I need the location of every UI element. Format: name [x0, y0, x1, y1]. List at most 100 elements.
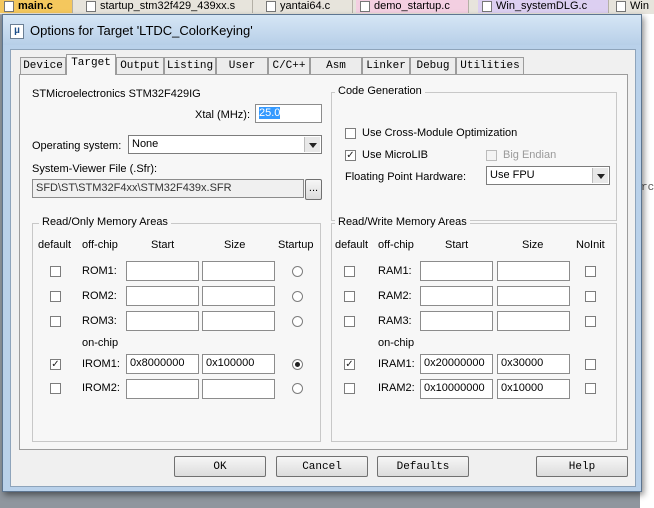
- dialog-title: Options for Target 'LTDC_ColorKeying': [30, 23, 253, 38]
- editor-background: [640, 14, 654, 508]
- ro-onchip-label: on-chip: [82, 337, 119, 349]
- ram1-noinit-checkbox[interactable]: [585, 266, 596, 277]
- ro-col-startup: Startup: [278, 239, 314, 251]
- ram3-noinit-checkbox[interactable]: [585, 316, 596, 327]
- microlib-label: Use MicroLIB: [362, 149, 429, 161]
- ro-col-size: Size: [224, 239, 246, 251]
- ram3-size-input[interactable]: [497, 311, 570, 331]
- cancel-button[interactable]: Cancel: [276, 456, 368, 477]
- tab-c-cpp[interactable]: C/C++: [268, 57, 310, 74]
- keil-app-icon: µ: [10, 24, 24, 39]
- tab-asm[interactable]: Asm: [310, 57, 362, 74]
- tab-linker[interactable]: Linker: [362, 57, 410, 74]
- big-endian-checkbox[interactable]: [486, 150, 497, 161]
- tab-device[interactable]: Device: [20, 57, 66, 74]
- tab-debug[interactable]: Debug: [410, 57, 456, 74]
- rom1-start-input[interactable]: [126, 261, 199, 281]
- editor-tab-win[interactable]: Win: [612, 0, 654, 13]
- irom2-startup-radio[interactable]: [292, 383, 303, 394]
- rom1-size-input[interactable]: [202, 261, 275, 281]
- sfr-path-field[interactable]: SFD\ST\STM32F4xx\STM32F439x.SFR: [32, 179, 304, 198]
- iram2-start-input[interactable]: 0x10000000: [420, 379, 493, 399]
- editor-tab-demo-startup[interactable]: demo_startup.c: [356, 0, 469, 13]
- file-icon: [360, 1, 370, 12]
- xtal-label: Xtal (MHz):: [195, 109, 250, 121]
- rom2-startup-radio[interactable]: [292, 291, 303, 302]
- tab-output[interactable]: Output: [116, 57, 164, 74]
- xtal-value: 25.0: [259, 107, 281, 119]
- rom2-label: ROM2:: [82, 290, 117, 302]
- defaults-button[interactable]: Defaults: [377, 456, 469, 477]
- rom1-default-checkbox[interactable]: [50, 266, 61, 277]
- sfr-browse-button[interactable]: ...: [305, 179, 322, 200]
- iram2-noinit-checkbox[interactable]: [585, 383, 596, 394]
- ok-button[interactable]: OK: [174, 456, 266, 477]
- cross-module-label: Use Cross-Module Optimization: [362, 127, 518, 139]
- rom3-default-checkbox[interactable]: [50, 316, 61, 327]
- code-generation-title: Code Generation: [335, 85, 425, 97]
- big-endian-label: Big Endian: [503, 149, 557, 161]
- irom2-start-input[interactable]: [126, 379, 199, 399]
- iram2-default-checkbox[interactable]: [344, 383, 355, 394]
- tab-target[interactable]: Target: [66, 54, 116, 75]
- file-icon: [86, 1, 96, 12]
- ram1-label: RAM1:: [378, 265, 412, 277]
- ram2-noinit-checkbox[interactable]: [585, 291, 596, 302]
- ram2-start-input[interactable]: [420, 286, 493, 306]
- microlib-checkbox[interactable]: ✓: [345, 150, 356, 161]
- sfr-label: System-Viewer File (.Sfr):: [32, 163, 158, 175]
- ro-col-offchip: off-chip: [82, 239, 118, 251]
- rom3-start-input[interactable]: [126, 311, 199, 331]
- irom1-start-input[interactable]: 0x8000000: [126, 354, 199, 374]
- ram2-size-input[interactable]: [497, 286, 570, 306]
- tab-user[interactable]: User: [216, 57, 268, 74]
- irom1-size-input[interactable]: 0x100000: [202, 354, 275, 374]
- iram1-start-input[interactable]: 0x20000000: [420, 354, 493, 374]
- ram3-default-checkbox[interactable]: [344, 316, 355, 327]
- editor-tab-main-c[interactable]: main.c: [0, 0, 73, 13]
- ram3-start-input[interactable]: [420, 311, 493, 331]
- irom1-default-checkbox[interactable]: ✓: [50, 359, 61, 370]
- rom2-start-input[interactable]: [126, 286, 199, 306]
- editor-tab-label: Win: [630, 0, 649, 12]
- cross-module-checkbox[interactable]: [345, 128, 356, 139]
- ram1-size-input[interactable]: [497, 261, 570, 281]
- ram2-default-checkbox[interactable]: [344, 291, 355, 302]
- iram1-default-checkbox[interactable]: ✓: [344, 359, 355, 370]
- rom1-startup-radio[interactable]: [292, 266, 303, 277]
- rom3-startup-radio[interactable]: [292, 316, 303, 327]
- iram1-noinit-checkbox[interactable]: [585, 359, 596, 370]
- tab-listing[interactable]: Listing: [164, 57, 216, 74]
- rw-col-offchip: off-chip: [378, 239, 414, 251]
- irom2-default-checkbox[interactable]: [50, 383, 61, 394]
- file-icon: [616, 1, 626, 12]
- tab-utilities[interactable]: Utilities: [456, 57, 524, 74]
- editor-tab-win-systemdlg[interactable]: Win_systemDLG.c: [478, 0, 609, 13]
- os-select[interactable]: None: [128, 135, 322, 154]
- ram1-start-input[interactable]: [420, 261, 493, 281]
- irom1-startup-radio[interactable]: [292, 359, 303, 370]
- irom2-size-input[interactable]: [202, 379, 275, 399]
- iram2-size-input[interactable]: 0x10000: [497, 379, 570, 399]
- editor-tab-bar: main.c startup_stm32f429_439xx.s yantai6…: [0, 0, 654, 15]
- ro-memory-group: [32, 223, 321, 442]
- os-value: None: [132, 138, 159, 150]
- editor-tab-yantai64[interactable]: yantai64.c: [262, 0, 353, 13]
- dialog-client-area: Device Target Output Listing User C/C++ …: [10, 49, 636, 487]
- ram1-default-checkbox[interactable]: [344, 266, 355, 277]
- iram1-label: IRAM1:: [378, 358, 415, 370]
- xtal-input[interactable]: 25.0: [255, 104, 322, 123]
- fpu-value: Use FPU: [490, 169, 535, 181]
- rw-onchip-label: on-chip: [378, 337, 415, 349]
- ram3-label: RAM3:: [378, 315, 412, 327]
- rw-col-start: Start: [445, 239, 469, 251]
- editor-tab-label: Win_systemDLG.c: [496, 0, 588, 12]
- help-button[interactable]: Help: [536, 456, 628, 477]
- iram1-size-input[interactable]: 0x30000: [497, 354, 570, 374]
- rom2-default-checkbox[interactable]: [50, 291, 61, 302]
- rom2-size-input[interactable]: [202, 286, 275, 306]
- editor-tab-startup[interactable]: startup_stm32f429_439xx.s: [82, 0, 253, 13]
- rom3-size-input[interactable]: [202, 311, 275, 331]
- fpu-select[interactable]: Use FPU: [486, 166, 610, 185]
- dialog-title-bar[interactable]: µ Options for Target 'LTDC_ColorKeying': [3, 15, 641, 45]
